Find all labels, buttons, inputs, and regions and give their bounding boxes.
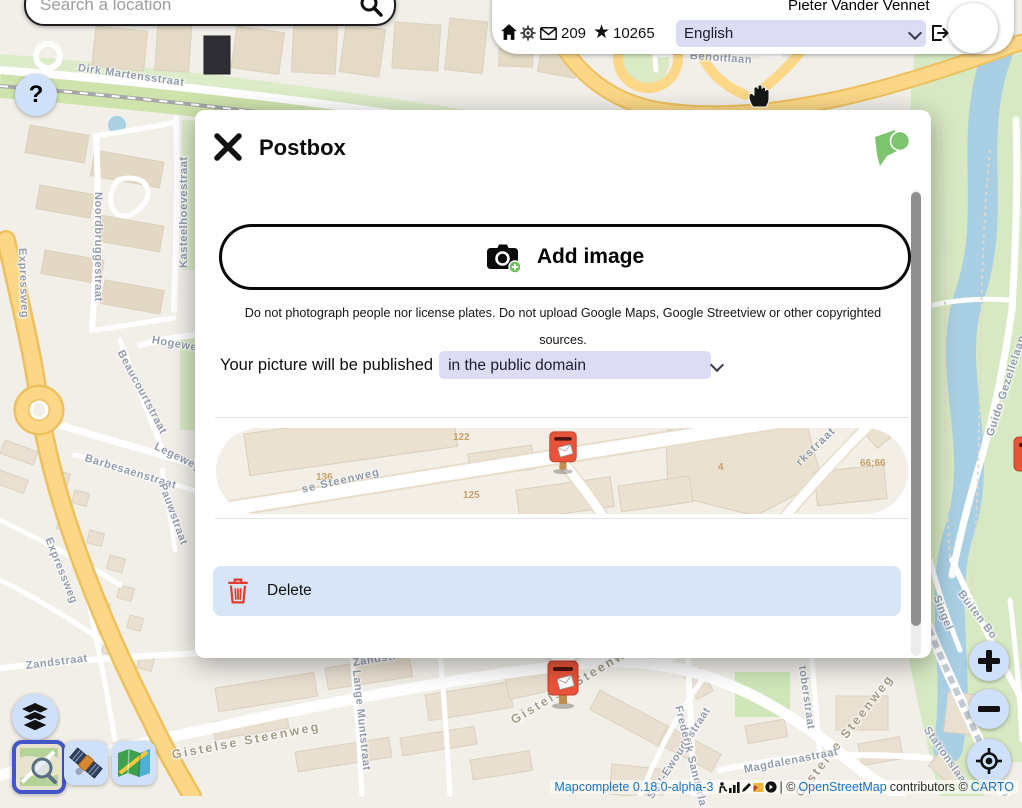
attribution-bar: Mapcomplete 0.18.0-alpha-3 | © OpenStree… <box>550 780 1018 794</box>
question-mark-icon: ? <box>29 81 44 109</box>
pencil-icon <box>741 782 752 793</box>
satellite-icon <box>68 745 104 781</box>
license-label: Your picture will be published <box>220 356 433 375</box>
plus-icon <box>978 650 1000 672</box>
home-icon[interactable] <box>500 23 518 41</box>
mapcomplete-version-link[interactable]: Mapcomplete 0.18.0-alpha-3 <box>554 780 713 794</box>
star-icon: ★ <box>593 21 610 44</box>
josm-icon <box>753 782 764 793</box>
mapillary-icon <box>765 781 777 793</box>
postbox-marker-partial[interactable] <box>1012 436 1022 486</box>
folded-map-icon <box>116 745 152 781</box>
person-icon <box>717 782 728 793</box>
osm-map-thumbnail-icon <box>20 748 58 786</box>
star-count: 10265 <box>613 25 655 42</box>
postbox-dialog: Postbox Add image Do not photograph peop… <box>195 110 931 658</box>
message-count: 209 <box>561 25 586 42</box>
hand-cursor-icon <box>746 81 772 109</box>
trash-icon <box>227 578 249 604</box>
add-image-label: Add image <box>537 245 644 269</box>
attribution-icons <box>717 781 777 793</box>
username: Pieter Vander Vennet <box>788 0 930 14</box>
dialog-scrollbar[interactable] <box>911 190 921 656</box>
dialog-title: Postbox <box>259 135 346 161</box>
chevron-down-icon <box>710 358 724 372</box>
osm-link[interactable]: OpenStreetMap <box>798 780 886 794</box>
layers-button[interactable] <box>12 694 58 740</box>
crosshair-icon <box>975 747 1003 775</box>
style-osm-button[interactable] <box>12 740 66 794</box>
help-button[interactable]: ? <box>15 74 57 116</box>
close-icon[interactable] <box>213 132 243 162</box>
delete-label: Delete <box>267 582 312 600</box>
mapcomplete-theme-logo <box>871 128 911 170</box>
search-icon <box>358 0 384 18</box>
logout-icon[interactable] <box>930 24 949 42</box>
divider <box>215 417 909 418</box>
license-row: Your picture will be published in the pu… <box>220 351 711 379</box>
style-map-button[interactable] <box>112 741 156 785</box>
scrollbar-thumb[interactable] <box>911 192 921 626</box>
search-input[interactable] <box>38 0 358 16</box>
divider <box>215 518 909 519</box>
attribution-contributors: contributors © <box>890 780 968 794</box>
layers-icon <box>20 703 50 731</box>
postbox-marker[interactable] <box>546 660 580 710</box>
camera-plus-icon <box>486 242 523 273</box>
delete-button[interactable]: Delete <box>213 566 901 616</box>
search-bar[interactable] <box>24 0 396 26</box>
style-satellite-button[interactable] <box>64 741 108 785</box>
zoom-in-button[interactable] <box>969 641 1009 681</box>
minus-icon <box>978 698 1000 720</box>
minimap-postbox-marker[interactable] <box>548 430 578 476</box>
license-select[interactable]: in the public domain <box>439 351 711 379</box>
carto-link[interactable]: CARTO <box>971 780 1014 794</box>
gear-icon[interactable] <box>520 25 536 41</box>
attribution-separator: | © <box>780 780 796 794</box>
add-image-button[interactable]: Add image <box>219 224 911 290</box>
avatar[interactable] <box>948 3 998 53</box>
language-select[interactable]: English <box>676 20 926 47</box>
stats-icon <box>729 782 740 793</box>
geolocate-button[interactable] <box>967 739 1011 783</box>
location-minimap[interactable]: 122136125466;66se Steenwegrkstraat <box>216 428 908 514</box>
zoom-out-button[interactable] <box>969 689 1009 729</box>
mail-icon[interactable] <box>540 27 557 40</box>
image-disclaimer: Do not photograph people nor license pla… <box>233 300 893 354</box>
